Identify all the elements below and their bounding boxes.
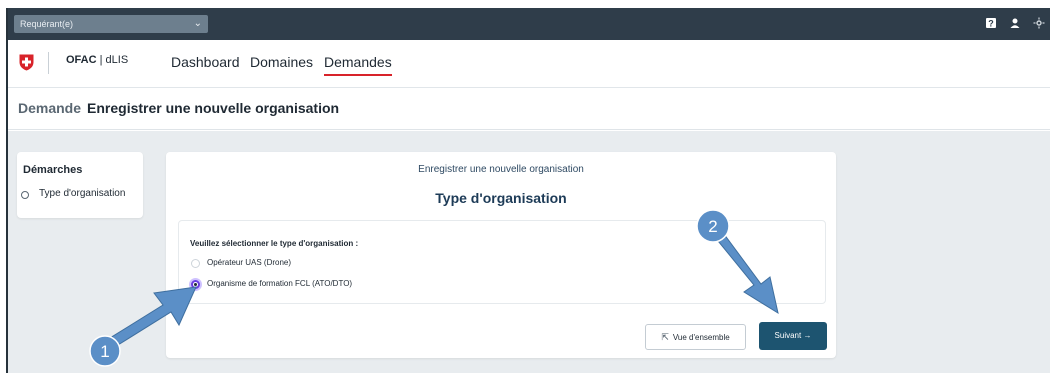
steps-panel: Démarches Type d'organisation [17,152,143,218]
swiss-shield-icon [19,54,34,71]
form-card: Enregistrer une nouvelle organisation Ty… [166,152,836,358]
step-item-type-organisation[interactable]: Type d'organisation [39,188,125,199]
page-title-label: Demande [18,100,82,116]
overview-icon: ⇱ [661,332,669,342]
brand-name: OFAC [66,54,97,66]
nav-demandes[interactable]: Demandes [324,52,392,76]
role-select[interactable]: Requérant(e) ⌄ [14,15,208,33]
next-button[interactable]: Suivant → [759,322,827,350]
steps-title: Démarches [23,164,83,176]
radio-fcl-training[interactable] [191,280,200,289]
organisation-type-question: Veuillez sélectionner le type d'organisa… [190,239,359,248]
overview-button[interactable]: ⇱ Vue d'ensemble [645,324,746,350]
app-header: OFAC | dLIS Dashboard Domaines Demandes [8,40,1050,88]
logo-divider [48,52,49,74]
page-title-text: Enregistrer une nouvelle organisation [87,100,340,116]
user-icon[interactable] [1008,17,1022,31]
nav-dashboard[interactable]: Dashboard [171,52,240,76]
option-label: Organisme de formation FCL (ATO/DTO) [207,279,353,288]
brand-app: dLIS [105,54,129,66]
form-heading: Type d'organisation [435,190,567,206]
app-window: Requérant(e) ⌄ ? OFAC | dLIS Dashboard D… [0,0,1050,373]
page-header: Demande Enregistrer une nouvelle organisa… [8,88,1050,130]
step-indicator [21,191,29,199]
brand[interactable]: OFAC | dLIS [66,54,128,66]
help-icon[interactable]: ? [984,17,998,31]
chevron-down-icon: ⌄ [193,18,202,29]
radio-uas-operator[interactable] [191,259,200,268]
page-title: Demande Enregistrer une nouvelle organisa… [18,100,339,116]
top-bar: Requérant(e) ⌄ ? [8,8,1050,40]
settings-icon[interactable] [1032,17,1046,31]
nav-domaines[interactable]: Domaines [250,52,313,76]
svg-text:?: ? [988,19,994,29]
option-label: Opérateur UAS (Drone) [207,258,292,267]
form-subtitle: Enregistrer une nouvelle organisation [418,164,584,175]
organisation-type-group: Veuillez sélectionner le type d'organisa… [178,220,826,304]
brand-separator: | [96,54,106,66]
role-select-value: Requérant(e) [20,19,74,29]
overview-button-label: Vue d'ensemble [672,333,730,342]
